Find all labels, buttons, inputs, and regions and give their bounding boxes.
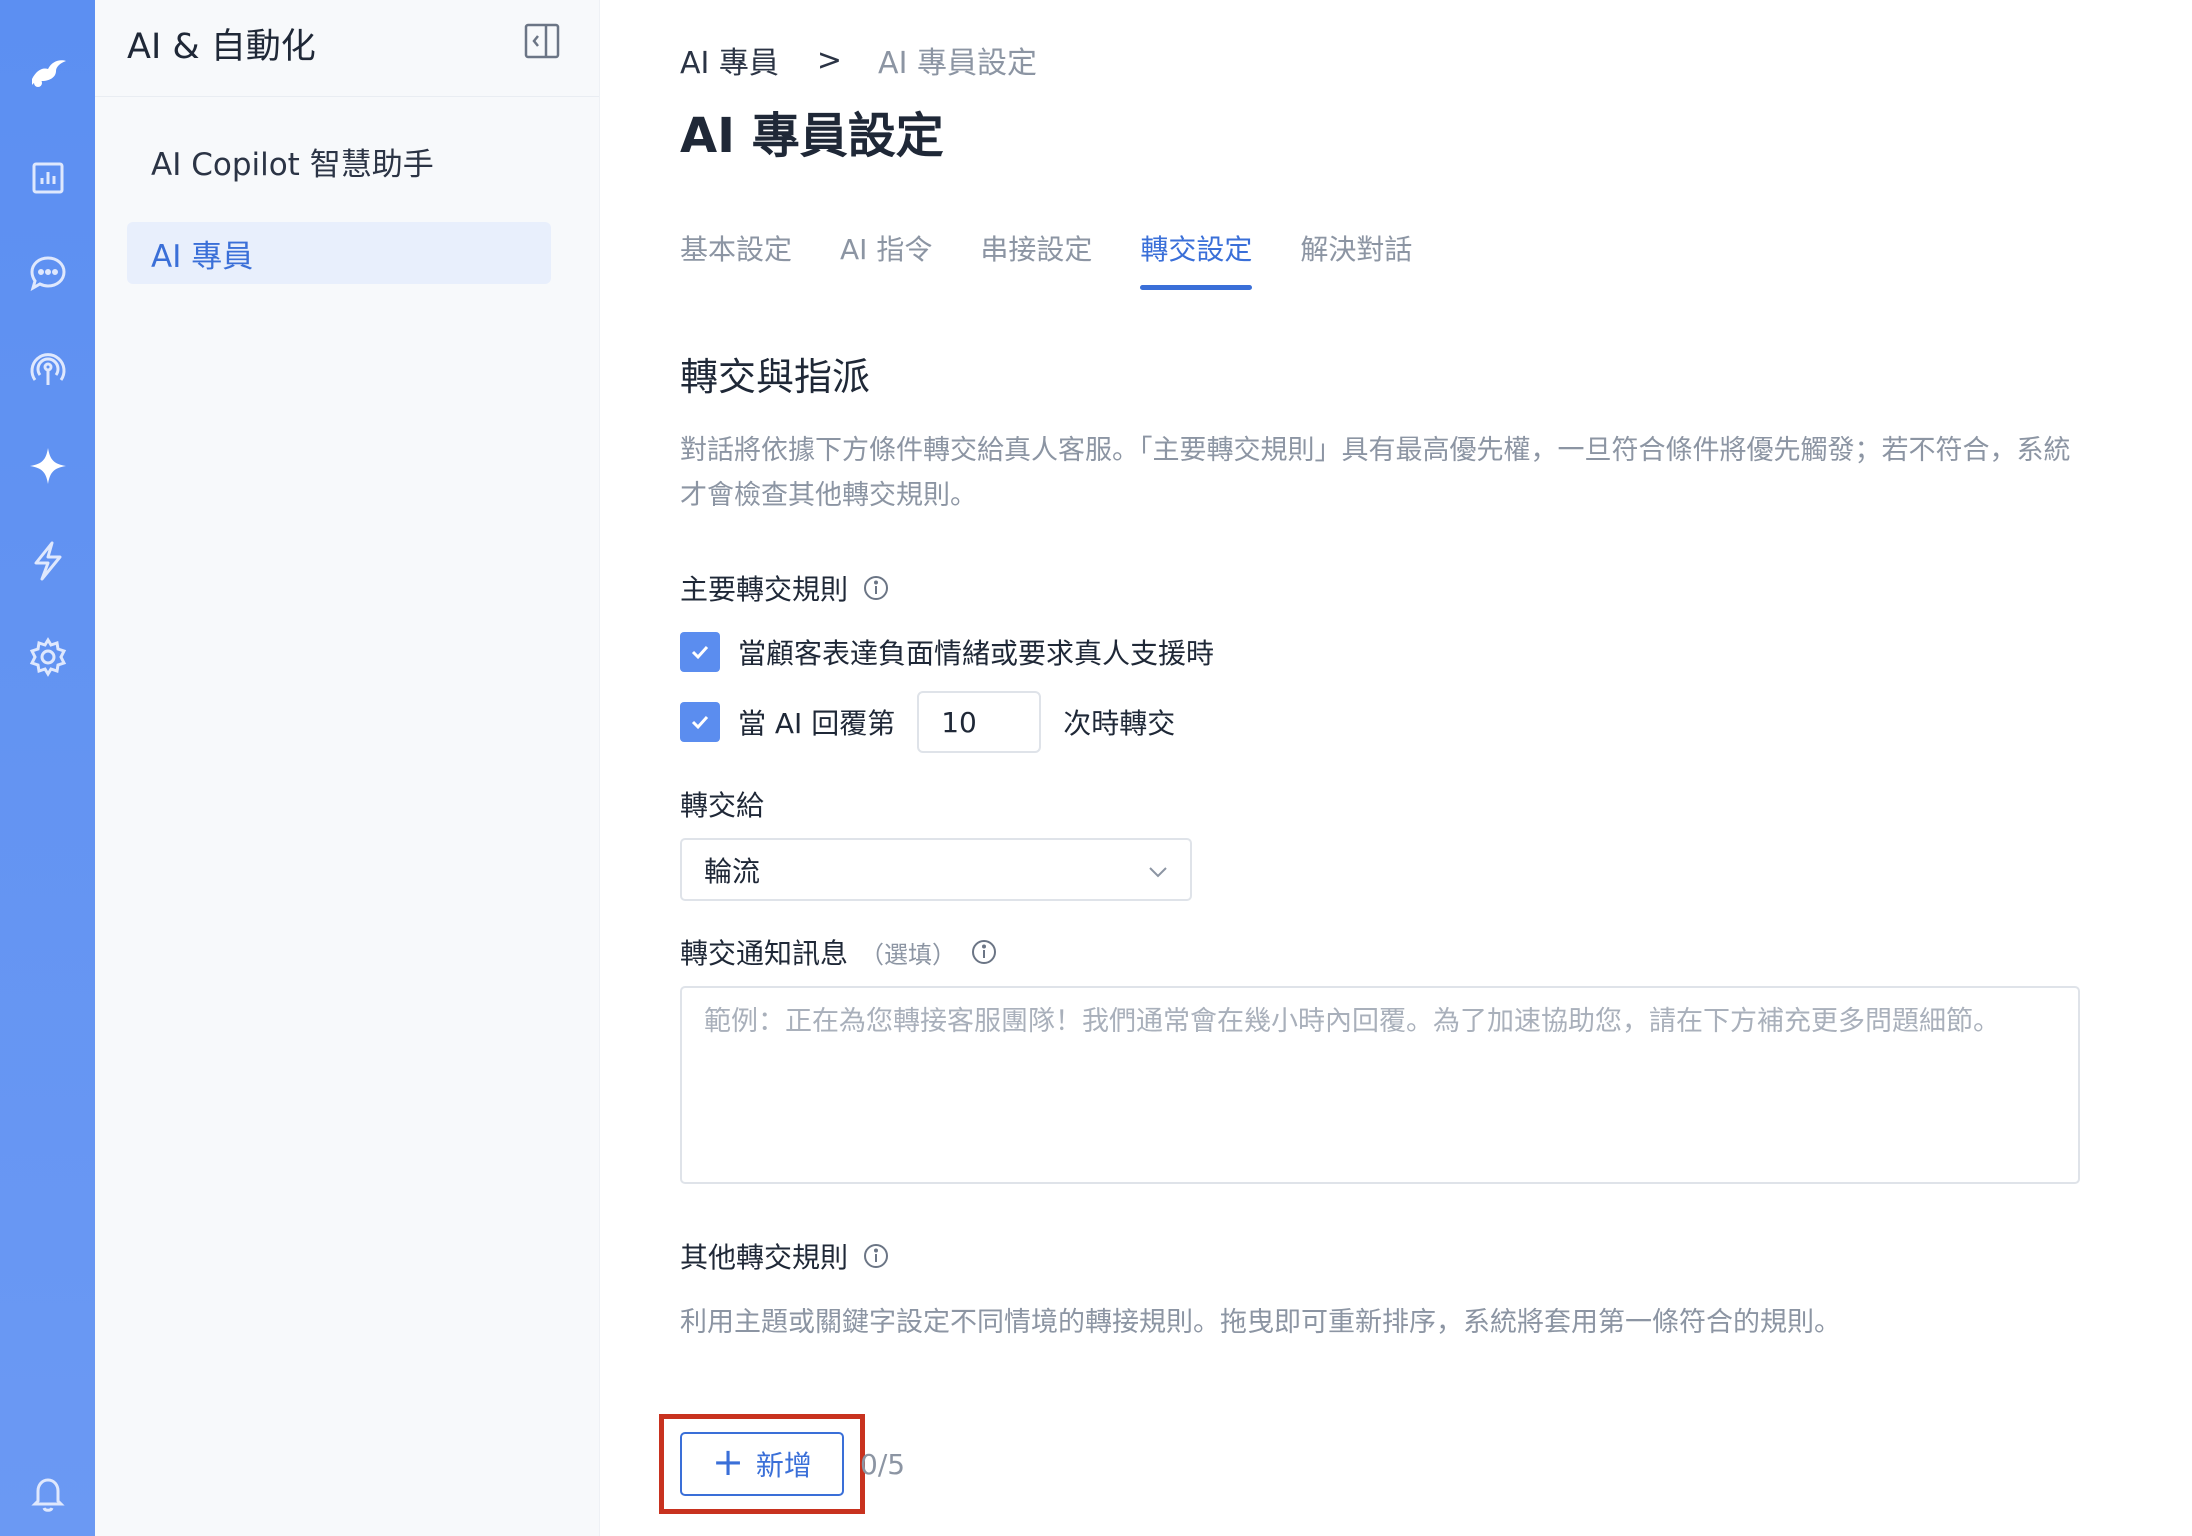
negative-sentiment-label: 當顧客表達負面情緒或要求真人支援時 xyxy=(738,637,1215,670)
optional-tag: （選填） xyxy=(860,940,957,969)
sparkle-icon[interactable] xyxy=(0,431,95,501)
primary-rules-label: 主要轉交規則 xyxy=(680,568,890,608)
breadcrumb-separator: > xyxy=(816,42,843,78)
section-title: 轉交與指派 xyxy=(680,355,871,399)
transfer-to-select[interactable]: 輪流 xyxy=(680,838,1192,901)
tab-integration-settings[interactable]: 串接設定 xyxy=(980,228,1092,290)
notification-textarea[interactable] xyxy=(680,986,2080,1184)
tab-resolve-conversation[interactable]: 解決對話 xyxy=(1300,228,1412,290)
tab-handoff-settings[interactable]: 轉交設定 xyxy=(1140,228,1253,290)
tab-ai-instructions[interactable]: AI 指令 xyxy=(840,228,932,290)
collapse-sidebar-icon[interactable] xyxy=(523,22,561,60)
nav-item-ai-agent[interactable]: AI 專員 xyxy=(127,222,551,284)
tab-bar: 基本設定 AI 指令 串接設定 轉交設定 解決對話 xyxy=(680,228,1460,290)
other-rules-label-text: 其他轉交規則 xyxy=(680,1241,849,1274)
notification-label-text: 轉交通知訊息 xyxy=(680,937,849,970)
other-rules-description: 利用主題或關鍵字設定不同情境的轉接規則。拖曳即可重新排序，系統將套用第一條符合的… xyxy=(680,1307,1841,1338)
bell-icon[interactable] xyxy=(0,1458,95,1528)
add-rule-label: 新增 xyxy=(755,1449,812,1482)
reply-count-suffix: 次時轉交 xyxy=(1063,707,1176,740)
gear-icon[interactable] xyxy=(0,622,95,692)
page-title: AI 專員設定 xyxy=(680,108,944,164)
notification-label: 轉交通知訊息 （選填） xyxy=(680,932,998,972)
tab-basic-settings[interactable]: 基本設定 xyxy=(680,228,792,290)
breadcrumb-parent[interactable]: AI 專員 xyxy=(680,38,779,82)
main-content: AI 專員 > AI 專員設定 AI 專員設定 基本設定 AI 指令 串接設定 … xyxy=(659,0,2192,1536)
rule-reply-count: 當 AI 回覆第 次時轉交 xyxy=(680,691,1175,753)
rule-negative-sentiment: 當顧客表達負面情緒或要求真人支援時 xyxy=(680,632,1214,672)
primary-rules-label-text: 主要轉交規則 xyxy=(680,573,849,606)
info-icon[interactable] xyxy=(862,574,890,602)
nav-item-ai-copilot[interactable]: AI Copilot 智慧助手 xyxy=(127,130,551,192)
logo-icon[interactable] xyxy=(0,36,95,106)
subnav-title: AI & 自動化 xyxy=(127,27,316,67)
info-icon[interactable] xyxy=(970,938,998,966)
negative-sentiment-checkbox[interactable] xyxy=(680,632,720,672)
plus-icon: + xyxy=(712,1440,744,1484)
transfer-to-label: 轉交給 xyxy=(680,789,765,822)
icon-rail xyxy=(0,0,95,1536)
reply-count-input[interactable] xyxy=(917,691,1042,753)
reply-count-prefix: 當 AI 回覆第 xyxy=(738,707,896,740)
section-description: 對話將依據下方條件轉交給真人客服。「主要轉交規則」具有最高優先權，一旦符合條件將… xyxy=(680,435,2071,511)
breadcrumb-current: AI 專員設定 xyxy=(878,46,1037,81)
secondary-nav: AI & 自動化 AI Copilot 智慧助手 AI 專員 xyxy=(95,0,600,1536)
broadcast-icon[interactable] xyxy=(0,334,95,404)
chat-icon[interactable] xyxy=(0,239,95,309)
transfer-to-value: 輪流 xyxy=(704,854,761,888)
analytics-icon[interactable] xyxy=(0,143,95,213)
subnav-header: AI & 自動化 xyxy=(95,0,599,97)
breadcrumb: AI 專員 > AI 專員設定 xyxy=(680,38,1037,82)
add-rule-button[interactable]: + 新增 xyxy=(680,1432,844,1496)
chevron-down-icon xyxy=(1149,867,1167,878)
info-icon[interactable] xyxy=(862,1242,890,1270)
other-rules-label: 其他轉交規則 xyxy=(680,1236,890,1276)
lightning-icon[interactable] xyxy=(0,526,95,596)
reply-count-checkbox[interactable] xyxy=(680,702,720,742)
rule-counter: 0/5 xyxy=(860,1448,906,1481)
